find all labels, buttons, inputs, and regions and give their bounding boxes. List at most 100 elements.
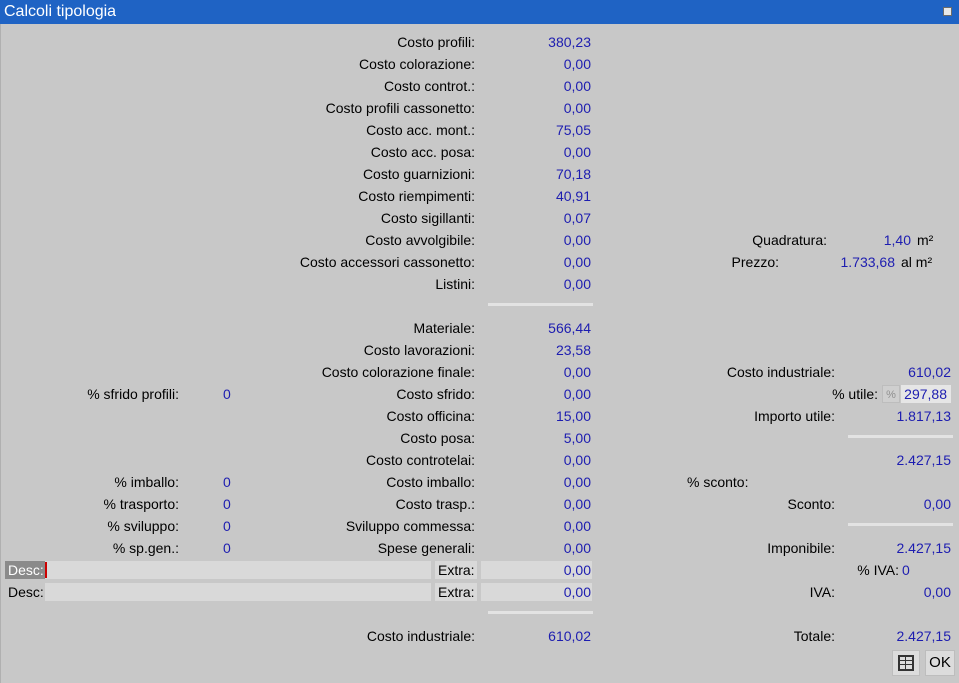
pct-sconto-label: % sconto: — [687, 474, 749, 490]
cost-value: 0,00 — [563, 276, 591, 292]
desc-label: Desc: — [8, 584, 44, 600]
extra-label: Extra: — [438, 562, 475, 578]
pct-spgen-label: % sp.gen.: — [112, 540, 179, 556]
totale-label: Totale: — [793, 628, 835, 644]
calcoli-panel: Costo profili: 380,23 Costo colorazione:… — [0, 24, 959, 683]
cost-value: 0,07 — [563, 210, 591, 226]
costo-industriale-value: 610,02 — [908, 364, 951, 380]
extra-label: Extra: — [438, 584, 475, 600]
sconto-label: Sconto: — [787, 496, 835, 512]
pct-sviluppo-label: % sviluppo: — [107, 518, 179, 534]
pct-iva-label: % IVA: — [857, 562, 899, 578]
pct-imballo-label: % imballo: — [114, 474, 179, 490]
total-label: Costo officina: — [386, 408, 475, 424]
separator — [848, 523, 953, 526]
sconto-value: 0,00 — [923, 496, 951, 512]
total-value: 23,58 — [555, 342, 591, 358]
extra-input[interactable]: 0,00 — [481, 560, 591, 580]
total-value: 15,00 — [555, 408, 591, 424]
cost-value: 0,00 — [563, 144, 591, 160]
cost-label: Costo accessori cassonetto: — [299, 254, 475, 270]
cost-value: 0,00 — [563, 56, 591, 72]
separator — [848, 435, 953, 438]
pct-sfrido-input[interactable]: 0 — [223, 384, 253, 404]
cost-value: 40,91 — [555, 188, 591, 204]
desc-label: Desc: — [5, 561, 47, 579]
total-value: 0,00 — [563, 518, 591, 534]
importo-utile-label: Importo utile: — [754, 408, 835, 424]
pct-sfrido-label: % sfrido profili: — [87, 386, 179, 402]
quadratura-value: 1,40 — [883, 232, 911, 248]
total-value: 0,00 — [563, 386, 591, 402]
quadratura-label: Quadratura: — [752, 232, 827, 248]
separator — [488, 303, 593, 306]
prezzo-unit: al m² — [901, 254, 933, 270]
pct-spgen-input[interactable]: 0 — [223, 538, 253, 558]
desc-input[interactable] — [45, 561, 431, 579]
total-value: 0,00 — [563, 496, 591, 512]
total-label: Costo lavorazioni: — [363, 342, 475, 358]
pct-trasporto-input[interactable]: 0 — [223, 494, 253, 514]
cost-value: 70,18 — [555, 166, 591, 182]
cost-value: 0,00 — [563, 254, 591, 270]
utile-label: % utile: — [832, 386, 878, 402]
cost-label: Costo acc. mont.: — [366, 122, 475, 138]
total-label: Costo trasp.: — [395, 496, 475, 512]
percent-toggle-button[interactable]: % — [882, 385, 900, 403]
close-button[interactable] — [943, 7, 952, 16]
total-value: 0,00 — [563, 474, 591, 490]
totale-value: 2.427,15 — [896, 628, 952, 644]
pct-iva-input[interactable]: 0 — [902, 560, 922, 580]
imponibile-value: 2.427,15 — [896, 540, 952, 556]
total-label: Costo posa: — [400, 430, 475, 446]
quadratura-unit: m² — [917, 232, 934, 248]
ok-button[interactable]: OK — [925, 650, 955, 676]
footer-costo-industriale-value: 610,02 — [548, 628, 591, 644]
total-value: 0,00 — [563, 364, 591, 380]
total-label: Costo colorazione finale: — [321, 364, 475, 380]
window-title: Calcoli tipologia — [4, 3, 117, 20]
extra-input[interactable]: 0,00 — [481, 582, 591, 602]
iva-label: IVA: — [809, 584, 835, 600]
cost-label: Costo riempimenti: — [358, 188, 475, 204]
total-label: Spese generali: — [377, 540, 475, 556]
cost-value: 75,05 — [555, 122, 591, 138]
cost-label: Costo controt.: — [383, 78, 475, 94]
title-bar: Calcoli tipologia — [0, 0, 959, 24]
total-value: 0,00 — [563, 540, 591, 556]
footer-costo-industriale-label: Costo industriale: — [366, 628, 475, 644]
pct-trasporto-label: % trasporto: — [103, 496, 179, 512]
total-label: Costo sfrido: — [396, 386, 475, 402]
table-button[interactable] — [892, 650, 920, 676]
text-cursor — [45, 562, 47, 578]
pct-imballo-input[interactable]: 0 — [223, 472, 253, 492]
importo-utile-value: 1.817,13 — [896, 408, 952, 424]
utile-input[interactable]: 297,88 — [901, 385, 951, 403]
total-label: Costo controtelai: — [366, 452, 475, 468]
total-label: Materiale: — [413, 320, 475, 336]
total-value: 0,00 — [563, 452, 591, 468]
cost-value: 0,00 — [563, 232, 591, 248]
cost-label: Costo guarnizioni: — [362, 166, 475, 182]
total-label: Sviluppo commessa: — [345, 518, 475, 534]
cost-label: Costo profili cassonetto: — [325, 100, 475, 116]
pct-sviluppo-input[interactable]: 0 — [223, 516, 253, 536]
total-value: 566,44 — [548, 320, 591, 336]
prezzo-value: 1.733,68 — [840, 254, 896, 270]
cost-label: Costo colorazione: — [359, 56, 475, 72]
iva-value: 0,00 — [923, 584, 951, 600]
prezzo-label: Prezzo: — [731, 254, 779, 270]
cost-label: Costo sigillanti: — [380, 210, 475, 226]
total-value: 5,00 — [563, 430, 591, 446]
subtotal-value: 2.427,15 — [896, 452, 952, 468]
cost-label: Costo profili: — [397, 34, 475, 50]
cost-value: 0,00 — [563, 78, 591, 94]
desc-input[interactable] — [45, 583, 431, 601]
cost-label: Listini: — [435, 276, 475, 292]
separator — [488, 611, 593, 614]
total-label: Costo imballo: — [386, 474, 475, 490]
imponibile-label: Imponibile: — [767, 540, 835, 556]
costo-industriale-label: Costo industriale: — [726, 364, 835, 380]
cost-value: 380,23 — [548, 34, 591, 50]
table-icon — [898, 655, 914, 671]
